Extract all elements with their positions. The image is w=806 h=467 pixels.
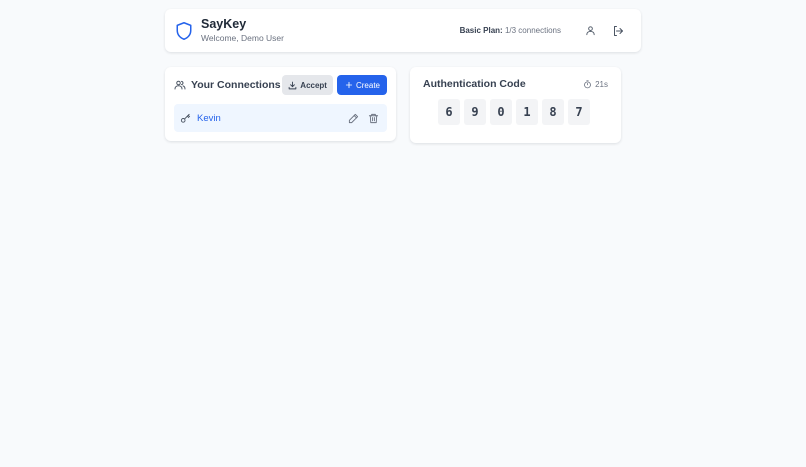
plan-value: 1/3 connections: [504, 26, 561, 35]
app-name: SayKey: [201, 17, 247, 31]
logout-icon: [614, 25, 623, 36]
plan-label: Basic Plan:: [459, 26, 503, 35]
auth-code-title: Authentication Code: [423, 78, 526, 90]
accept-label: Accept: [300, 80, 327, 90]
create-label: Create: [355, 80, 380, 90]
accept-button[interactable]: Accept: [282, 75, 333, 95]
brand: SayKey Welcome, Demo User: [175, 17, 284, 44]
connections-title: Your Connections: [191, 79, 281, 91]
shield-icon: [175, 21, 193, 41]
code-timer: 21s: [583, 80, 608, 89]
download-icon: [288, 81, 297, 89]
users-icon: [174, 79, 186, 91]
edit-connection-button[interactable]: [348, 113, 359, 124]
pencil-icon: [348, 113, 359, 123]
profile-button[interactable]: [579, 20, 601, 42]
logout-button[interactable]: [607, 20, 629, 42]
code-digit: 9: [464, 99, 486, 125]
plan-status: Basic Plan: 1/3 connections: [460, 26, 561, 35]
code-digit: 0: [490, 99, 512, 125]
connections-card: Your Connections Accept Create Kevin: [165, 67, 396, 141]
auth-code-card: Authentication Code 21s 6 9 0 1 8 7: [410, 67, 621, 143]
code-digit: 6: [438, 99, 460, 125]
welcome-text: Welcome, Demo User: [201, 33, 284, 43]
connection-name: Kevin: [197, 112, 221, 124]
timer-icon: [584, 79, 592, 88]
user-icon: [585, 26, 595, 36]
create-button[interactable]: Create: [336, 75, 387, 95]
key-icon: [180, 113, 191, 124]
app-header: SayKey Welcome, Demo User Basic Plan: 1/…: [165, 9, 641, 52]
timer-value: 21s: [595, 79, 608, 89]
code-digits: 6 9 0 1 8 7: [438, 99, 608, 125]
code-digit: 1: [516, 99, 538, 125]
code-digit: 8: [542, 99, 564, 125]
plus-icon: [345, 81, 353, 89]
delete-connection-button[interactable]: [368, 113, 379, 124]
trash-icon: [368, 113, 379, 123]
connection-item[interactable]: Kevin: [174, 104, 387, 132]
code-digit: 7: [568, 99, 590, 125]
